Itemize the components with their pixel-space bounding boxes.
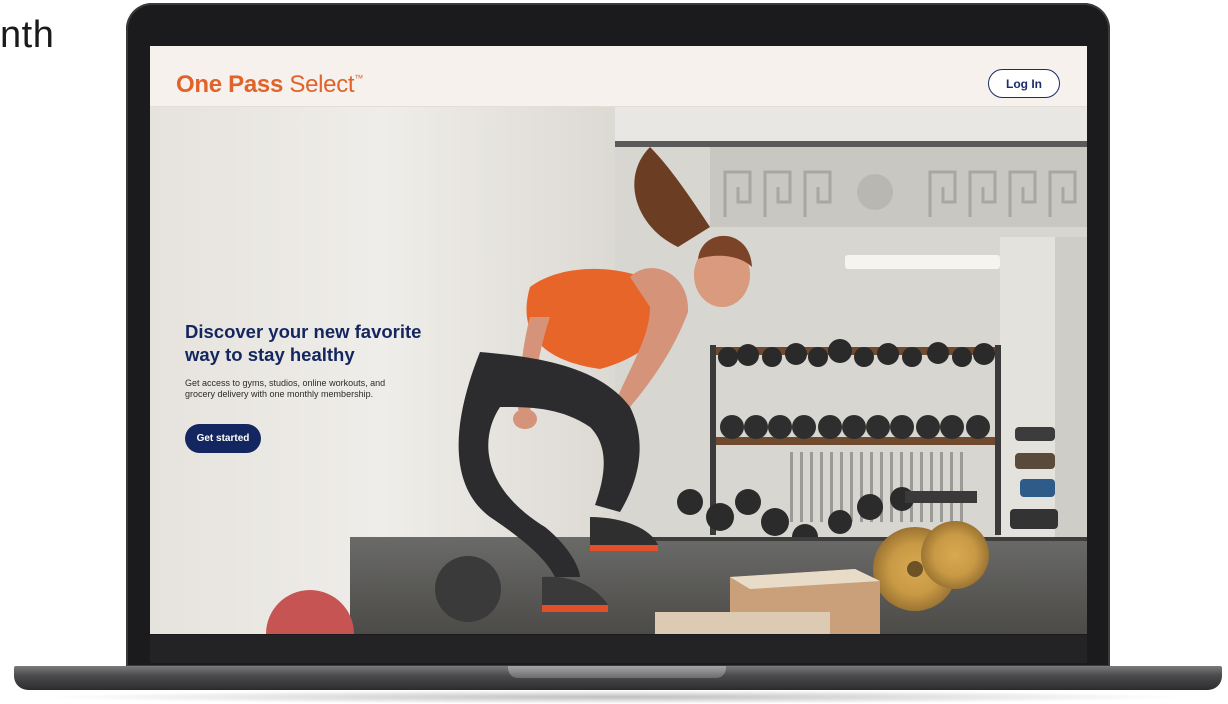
laptop-screen: One Pass Select™ Log In Discover your ne… [150, 46, 1087, 634]
site-header: One Pass Select™ Log In [150, 46, 1087, 107]
laptop-shadow [40, 690, 1190, 704]
laptop-chin [150, 635, 1087, 663]
get-started-button[interactable]: Get started [185, 424, 261, 453]
hero-subtitle-line-2: grocery delivery with one monthly member… [185, 389, 374, 399]
hero-title: Discover your new favorite way to stay h… [185, 320, 485, 366]
brand-logo[interactable]: One Pass Select™ [176, 71, 363, 99]
laptop-hinge-notch [508, 666, 726, 678]
hero-text-block: Discover your new favorite way to stay h… [185, 320, 485, 400]
logo-text-secondary: Select [283, 71, 355, 98]
hero-title-line-1: Discover your new favorite [185, 321, 422, 342]
hero-subtitle: Get access to gyms, studios, online work… [185, 378, 485, 400]
trademark-mark: ™ [354, 73, 363, 83]
hero-section: Discover your new favorite way to stay h… [150, 107, 1087, 634]
hero-title-line-2: way to stay healthy [185, 344, 355, 365]
logo-text-primary: One Pass [176, 71, 283, 98]
hero-subtitle-line-1: Get access to gyms, studios, online work… [185, 378, 386, 388]
login-button[interactable]: Log In [988, 69, 1060, 98]
cropped-caption-text: nth [0, 14, 55, 56]
